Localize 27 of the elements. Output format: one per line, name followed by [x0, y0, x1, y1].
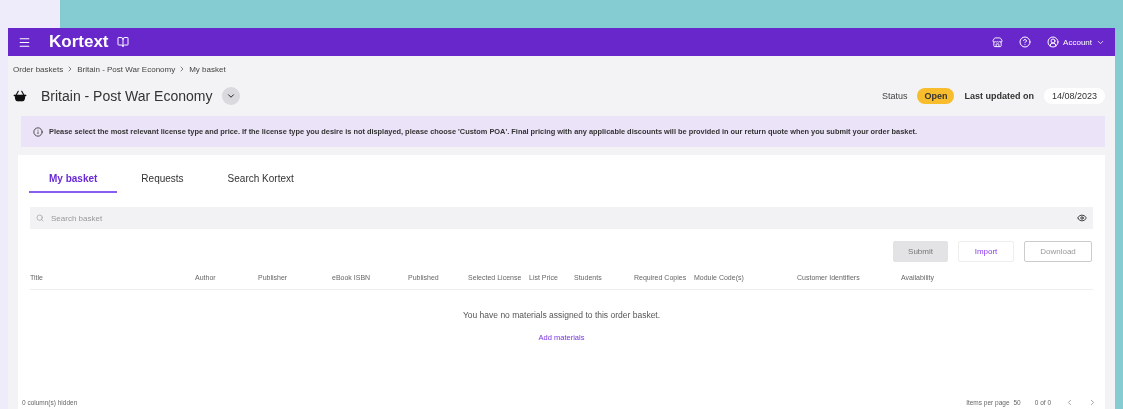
tab[interactable]: Search Kortext [207, 173, 314, 193]
page-title: Britain - Post War Economy [41, 88, 213, 104]
status-label: Status [881, 91, 908, 101]
basket-icon [13, 89, 27, 103]
action-button[interactable]: Import [958, 241, 1014, 262]
breadcrumb-link[interactable]: Britain - Post War Economy [77, 64, 176, 74]
store-icon[interactable] [992, 36, 1004, 48]
empty-message: You have no materials assigned to this order basket. [462, 310, 661, 320]
menu-icon[interactable] [18, 35, 31, 49]
breadcrumb-link[interactable]: Order baskets [13, 64, 64, 74]
search-field[interactable]: Search basket [30, 207, 1093, 229]
chevron-down-icon [226, 91, 237, 101]
search-icon [36, 214, 44, 222]
last-updated-label: Last updated on [964, 91, 1034, 101]
tab[interactable]: Requests [121, 173, 204, 193]
search-input[interactable]: Search basket [49, 212, 1072, 224]
account-menu[interactable]: Account [1047, 36, 1105, 48]
eye-icon[interactable] [1077, 213, 1087, 223]
brand-name: Kortext [49, 32, 109, 52]
help-icon[interactable] [1019, 36, 1032, 48]
breadcrumb-link[interactable]: My basket [189, 64, 226, 74]
user-icon [1047, 36, 1060, 48]
book-icon [116, 36, 129, 48]
tab[interactable]: My basket [29, 173, 118, 193]
last-updated-date: 14/08/2023 [1043, 88, 1105, 104]
status-badge: Open [917, 88, 955, 104]
info-icon [33, 126, 43, 137]
